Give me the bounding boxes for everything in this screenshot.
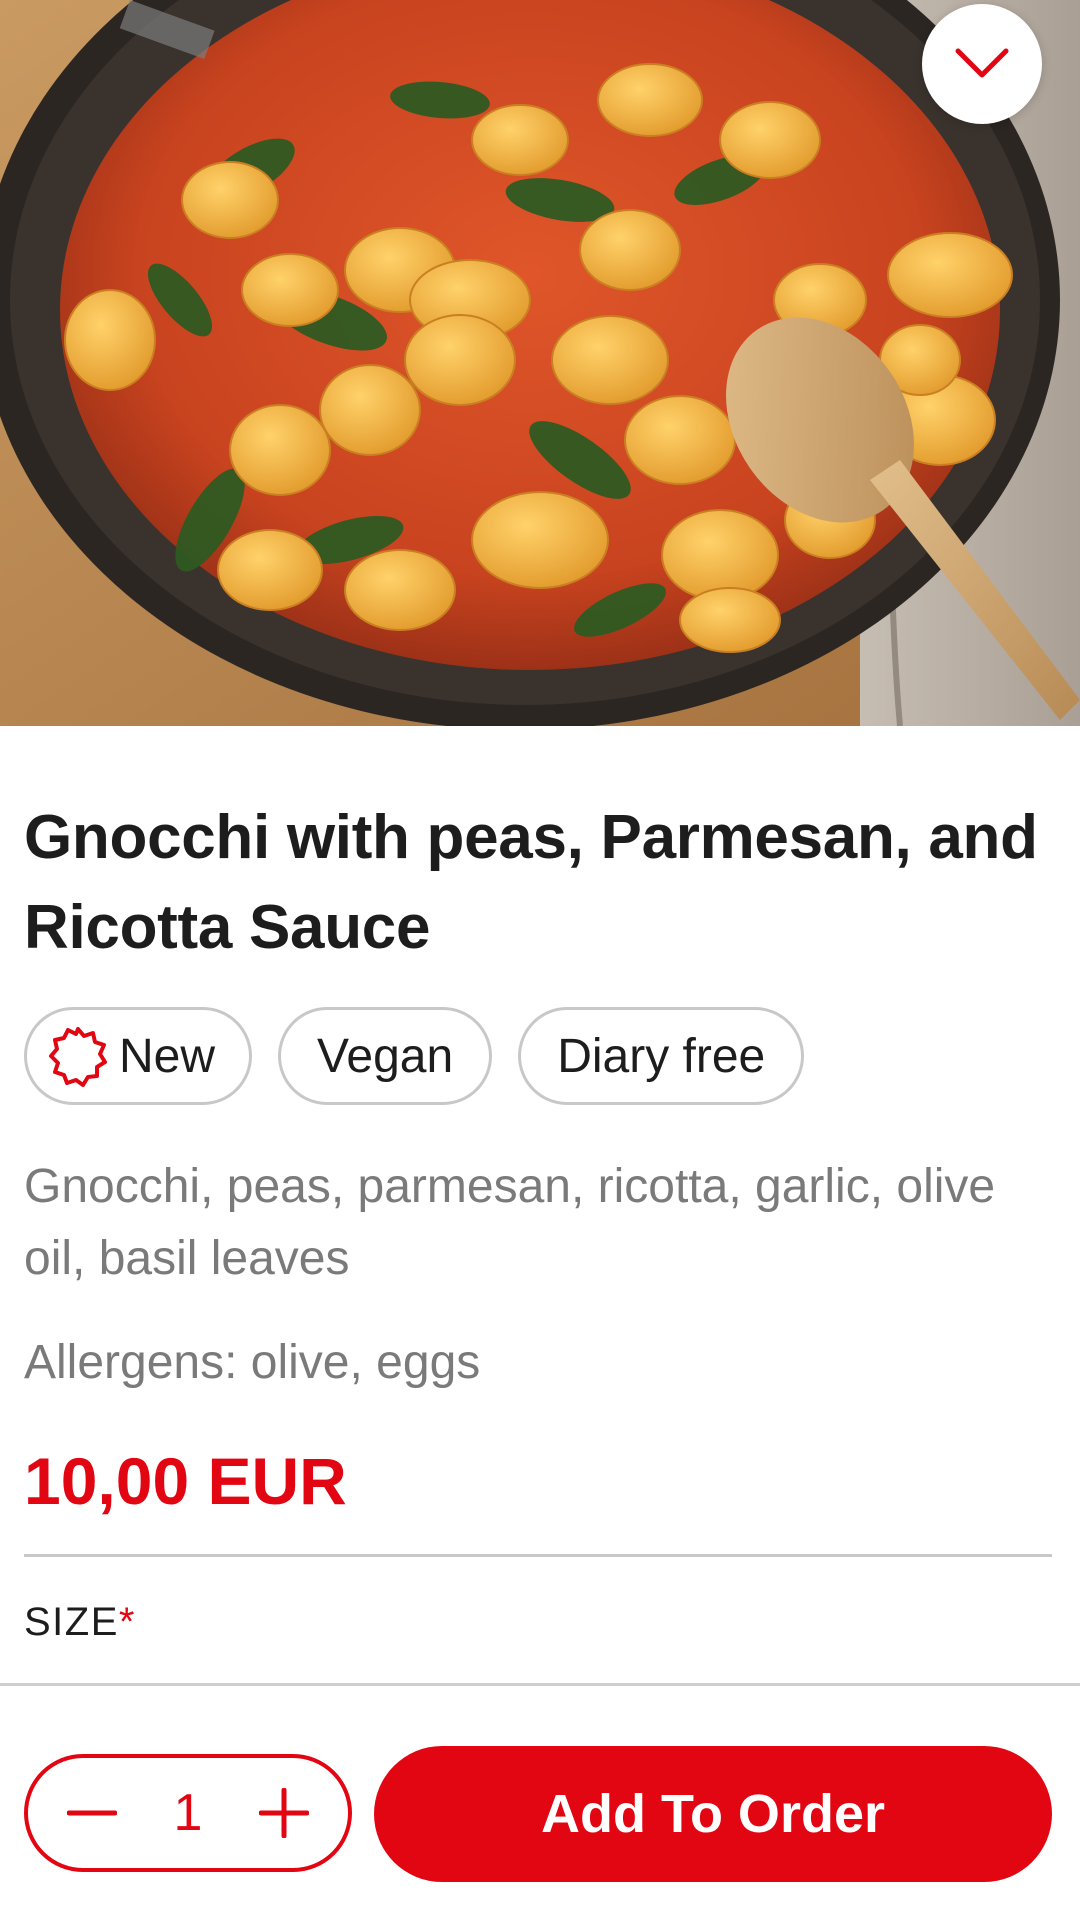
ingredients-text: Gnocchi, peas, parmesan, ricotta, garlic… — [24, 1160, 996, 1285]
tag-list: New Vegan Diary free — [24, 1007, 1052, 1105]
decrease-quantity-button[interactable] — [62, 1783, 122, 1843]
product-details: Gnocchi with peas, Parmesan, and Ricotta… — [24, 726, 1052, 1521]
divider — [0, 1683, 1080, 1686]
plus-icon — [258, 1788, 309, 1838]
order-bar: 1 Add To Order — [24, 1746, 1052, 1882]
price: 10,00 EUR — [24, 1444, 347, 1518]
tag-label: Vegan — [317, 1029, 454, 1083]
starburst-icon — [47, 1025, 109, 1087]
tag-new: New — [24, 1007, 253, 1105]
tag-dairy-free: Diary free — [518, 1007, 805, 1105]
gnocchi-pan-photo — [0, 0, 1080, 726]
tag-label: Diary free — [557, 1029, 766, 1083]
required-marker: * — [118, 1600, 136, 1644]
add-to-order-button[interactable]: Add To Order — [374, 1746, 1052, 1882]
allergens-text: Allergens: olive, eggs — [24, 1336, 481, 1389]
tag-label: New — [119, 1029, 216, 1083]
product-hero-image — [0, 0, 1080, 726]
tag-vegan: Vegan — [278, 1007, 493, 1105]
collapse-button[interactable] — [922, 4, 1042, 124]
product-title: Gnocchi with peas, Parmesan, and Ricotta… — [24, 803, 1038, 962]
size-label: SIZE — [24, 1600, 119, 1644]
quantity-stepper: 1 — [24, 1754, 352, 1872]
divider — [24, 1554, 1052, 1557]
size-section-label: SIZE* — [24, 1600, 136, 1645]
increase-quantity-button[interactable] — [254, 1783, 314, 1843]
chevron-down-icon — [955, 48, 1009, 78]
quantity-value: 1 — [173, 1784, 203, 1842]
minus-icon — [67, 1810, 117, 1816]
